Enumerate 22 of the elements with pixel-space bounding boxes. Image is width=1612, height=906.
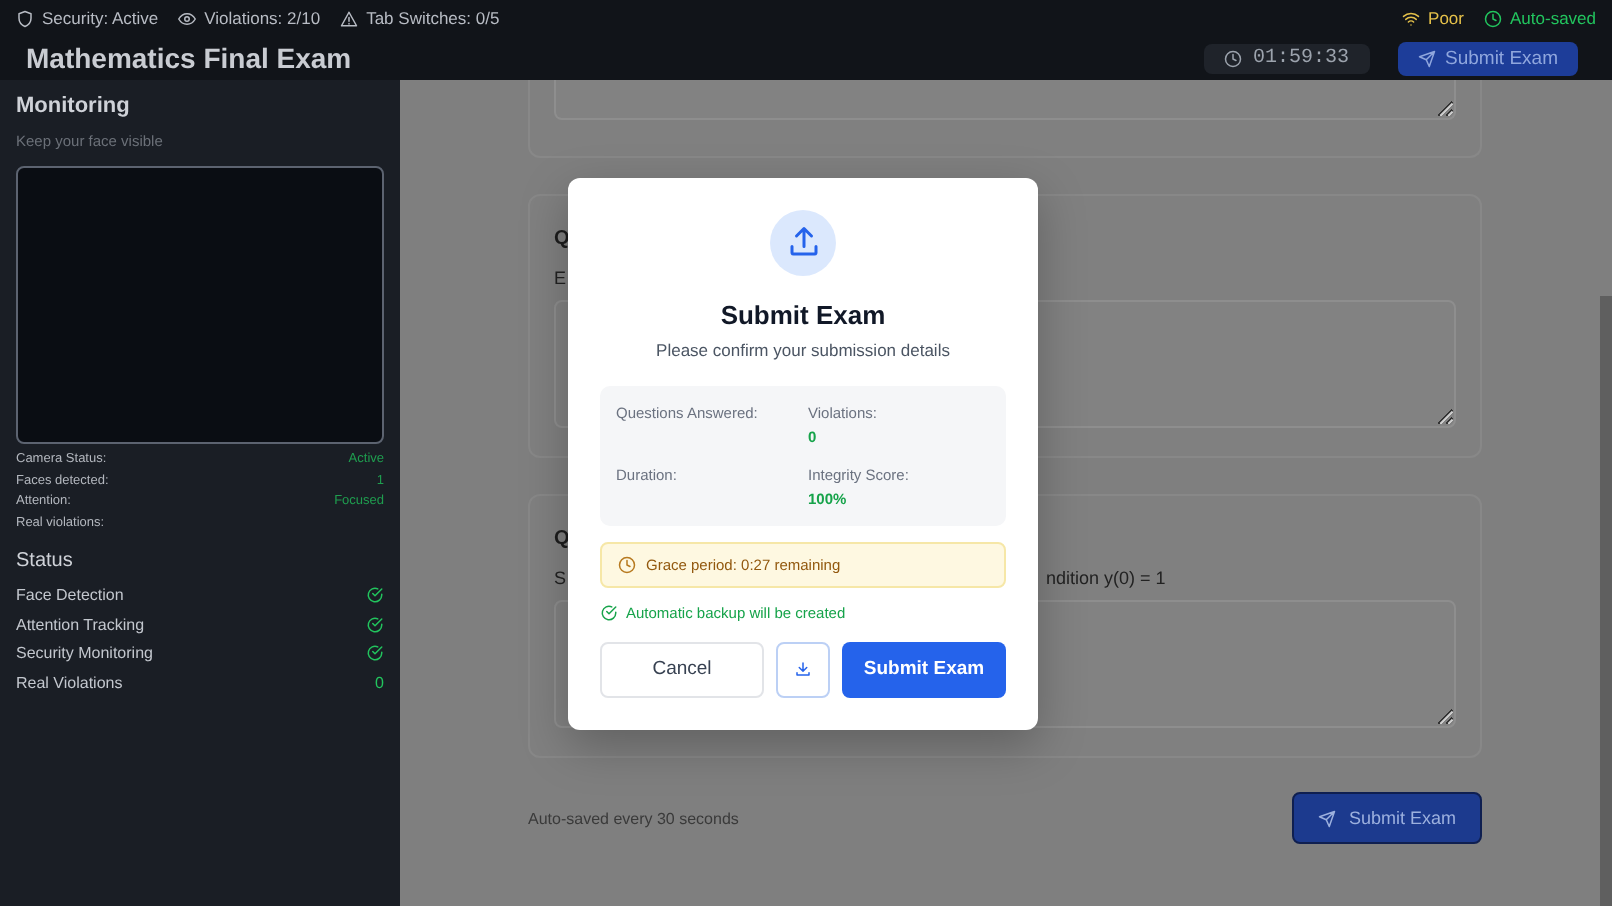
status-text: Violations: 2/10 [204,8,321,28]
status-heading: Status [16,550,75,572]
sidebar-title: Monitoring [16,94,132,118]
question-text: S [554,568,567,588]
status-label: Security Monitoring [16,644,153,663]
status-text: Security: Active [42,8,159,28]
exam-title: Mathematics Final Exam [26,42,352,74]
question-title: Q [554,228,570,250]
timer: 01:59:33 [1204,43,1369,73]
status-label: Attention Tracking [16,615,145,634]
question-title: Q [554,528,570,550]
connection-status: Poor [1428,8,1464,28]
autosave-status: Auto-saved [1510,8,1596,28]
violation-count: 0 [375,674,384,693]
dialog-title: Submit Exam [720,299,886,329]
dialog-subtitle: Please confirm your submission details [656,339,950,359]
autosave-note: Auto-saved every 30 seconds [528,809,739,827]
question-text: ndition y(0) = 1 [1046,568,1166,588]
status-text: Tab Switches: 0/5 [366,8,500,28]
status-label: Real Violations [16,674,123,693]
question-text: E [554,268,567,288]
status-label: Face Detection [16,585,124,604]
